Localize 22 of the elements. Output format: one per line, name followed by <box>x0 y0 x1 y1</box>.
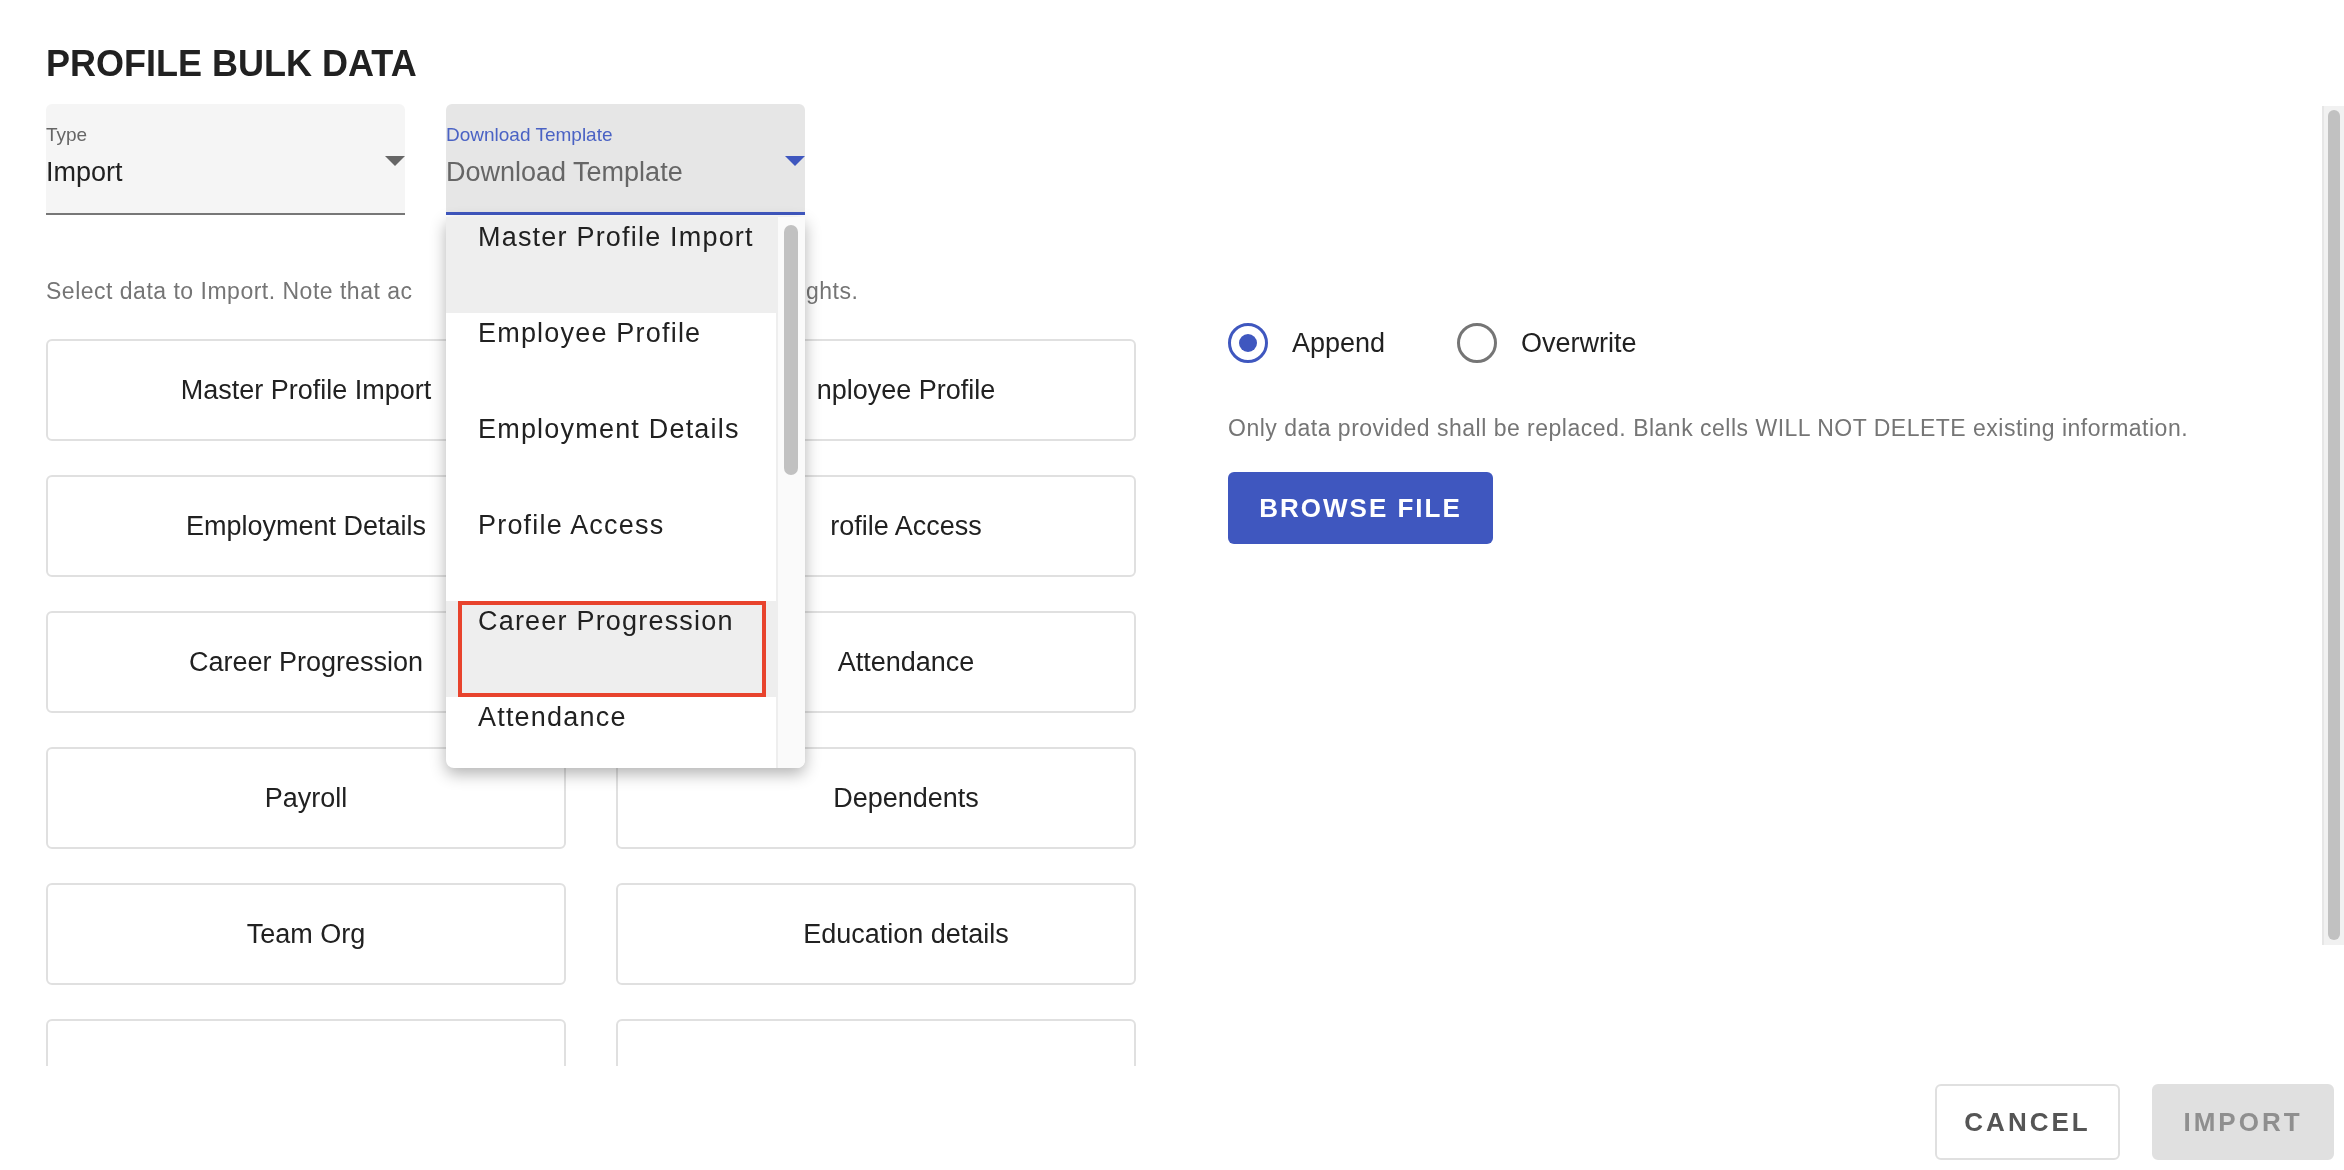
caret-icon <box>785 156 805 166</box>
radio-button[interactable] <box>1457 323 1498 363</box>
instruction-text: ghts. <box>805 277 860 306</box>
radio-button[interactable] <box>1228 323 1268 363</box>
browse-file-button[interactable]: BROWSE FILE <box>1228 472 1493 544</box>
menu-item[interactable]: Master Profile Import <box>446 217 776 313</box>
mode-description: Only data provided shall be replaced. Blank cells WILL NOT DELETE existing information. <box>1228 415 2189 442</box>
data-type-button[interactable]: Payroll <box>46 747 566 849</box>
radio-label[interactable]: Append <box>1292 327 1386 359</box>
data-type-button[interactable]: Team Org <box>46 883 566 985</box>
radio-label[interactable]: Overwrite <box>1521 327 1637 359</box>
page-scrollbar[interactable] <box>2322 106 2344 945</box>
cancel-button[interactable]: CANCEL <box>1935 1084 2120 1160</box>
select-field[interactable]: Download Template Download Template <box>446 104 805 215</box>
instruction-text: Select data to Import. Note that ac <box>46 277 414 306</box>
dialog-title: PROFILE BULK DATA <box>46 42 418 86</box>
menu-scrollbar[interactable] <box>776 217 805 768</box>
caret-icon <box>385 156 405 166</box>
data-type-button[interactable]: Education details <box>616 883 1136 985</box>
menu-item[interactable]: Career Progression <box>446 601 776 697</box>
select-field[interactable]: Type Import <box>46 104 405 215</box>
data-type-button[interactable]: Dependents <box>616 747 1136 849</box>
